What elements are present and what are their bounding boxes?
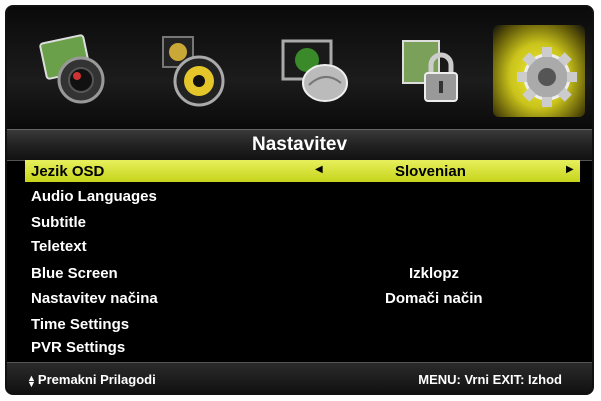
channel-icon[interactable] xyxy=(269,25,361,117)
menu-item-osd-language[interactable]: Jezik OSD ◀ Slovenian ▶ xyxy=(25,160,580,182)
menu-item-blue-screen[interactable]: Blue Screen Izklopz xyxy=(25,262,580,284)
menu-item-value: Slovenian xyxy=(395,163,466,180)
category-icon-bar xyxy=(7,7,592,129)
menu-item-label: Time Settings xyxy=(31,316,130,333)
arrow-left-icon[interactable]: ◀ xyxy=(315,164,323,175)
menu-item-audio-languages[interactable]: Audio Languages xyxy=(25,185,580,207)
menu-item-label: Audio Languages xyxy=(31,188,157,205)
arrow-right-icon[interactable]: ▶ xyxy=(566,164,574,175)
menu-item-label: Nastavitev načina xyxy=(31,290,158,307)
menu-item-label: Jezik OSD xyxy=(31,163,105,180)
menu-item-time-settings[interactable]: Time Settings xyxy=(25,313,580,335)
menu-item-label: Subtitle xyxy=(31,214,86,231)
menu-title-bar: Nastavitev xyxy=(7,129,592,161)
menu-item-pvr-settings[interactable]: PVR Settings xyxy=(25,336,580,358)
menu-item-label: Teletext xyxy=(31,238,87,255)
lock-icon[interactable] xyxy=(387,25,479,117)
menu-item-subtitle[interactable]: Subtitle xyxy=(25,211,580,233)
menu-item-label: Blue Screen xyxy=(31,265,118,282)
menu-item-value: Domači način xyxy=(385,290,483,307)
menu-item-value: Izklopz xyxy=(409,265,460,282)
menu-item-teletext[interactable]: Teletext xyxy=(25,235,580,257)
menu-title: Nastavitev xyxy=(251,134,348,155)
picture-icon[interactable] xyxy=(29,25,121,117)
up-down-arrow-icon: ▲ ▼ xyxy=(27,372,36,389)
footer-left-text: Premakni Prilagodi xyxy=(37,372,156,387)
tv-osd-menu: Nastavitev Jezik OSD ◀ Slovenian ▶ Audio… xyxy=(5,5,594,395)
menu-item-mode-setting[interactable]: Nastavitev načina Domači način xyxy=(25,287,580,309)
footer-exit-hint: MENU: Vrni EXIT: Izhod xyxy=(418,372,562,387)
hint-footer: ▲ ▼ Premakni Prilagodi MENU: Vrni EXIT: Iz… xyxy=(7,362,592,393)
footer-navigation-hint: ▲ ▼ Premakni Prilagodi xyxy=(27,372,156,389)
menu-item-label: PVR Settings xyxy=(31,339,126,356)
setup-gear-icon[interactable] xyxy=(493,25,585,117)
sound-icon[interactable] xyxy=(145,25,237,117)
